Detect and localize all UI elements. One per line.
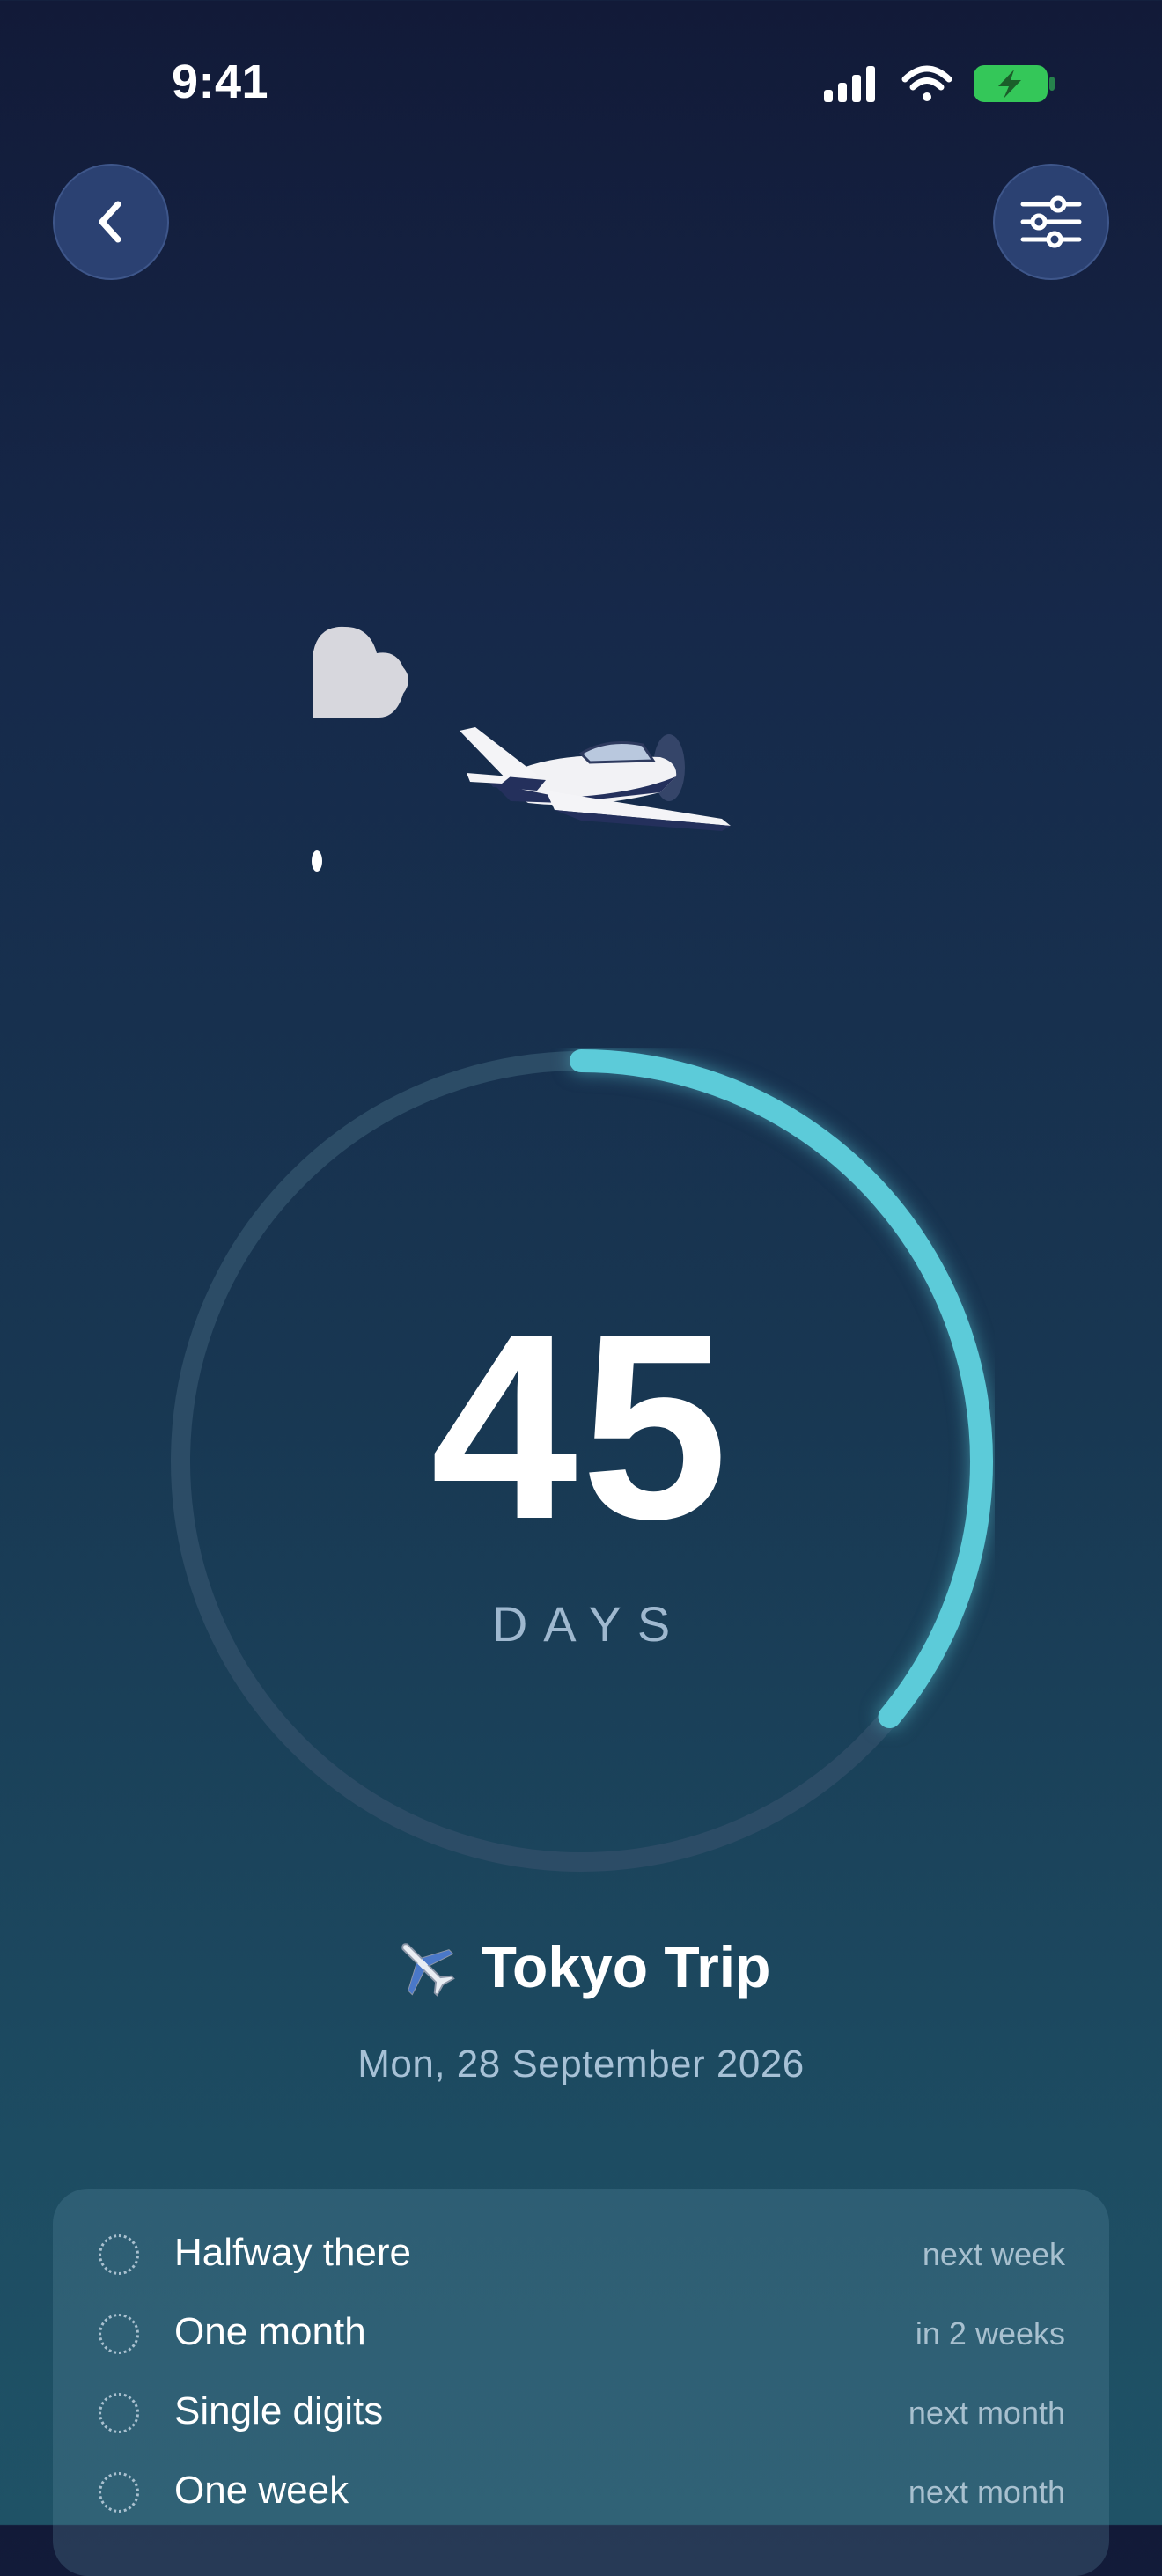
sliders-icon	[1020, 195, 1082, 248]
wifi-icon	[901, 65, 952, 101]
milestone-status-circle[interactable]	[99, 2314, 139, 2354]
airplane-icon	[460, 727, 731, 831]
milestone-label: One week	[174, 2469, 349, 2512]
countdown-value: 45	[430, 1278, 732, 1574]
milestone-status-circle[interactable]	[99, 2234, 139, 2275]
milestone-when: in 2 weeks	[915, 2315, 1065, 2352]
cloud-fragment	[312, 850, 322, 872]
milestone-label: One month	[174, 2310, 366, 2353]
milestone-when: next month	[908, 2395, 1065, 2431]
milestone-row[interactable]: Halfway there next week	[53, 2217, 1109, 2296]
milestone-label: Halfway there	[174, 2231, 412, 2274]
battery-charging-icon	[974, 65, 1055, 102]
milestone-status-circle[interactable]	[99, 2393, 139, 2433]
back-button[interactable]	[53, 164, 169, 280]
milestone-row[interactable]: One week next month	[53, 2455, 1109, 2534]
event-date: Mon, 28 September 2026	[357, 2042, 805, 2086]
milestone-label: Single digits	[174, 2389, 384, 2432]
settings-button[interactable]	[993, 164, 1109, 280]
airplane-illustration	[299, 616, 757, 898]
cloud-icon	[313, 626, 408, 718]
milestones-card: Halfway there next week One month in 2 w…	[53, 2189, 1109, 2576]
milestone-when: next month	[908, 2474, 1065, 2510]
chevron-left-icon	[99, 201, 121, 243]
milestone-row[interactable]: One month in 2 weeks	[53, 2296, 1109, 2375]
event-title: Tokyo Trip	[481, 1934, 771, 1999]
milestone-status-circle[interactable]	[99, 2472, 139, 2513]
milestone-when: next week	[922, 2236, 1065, 2272]
milestone-row[interactable]: Single digits next month	[53, 2375, 1109, 2455]
airplane-icon	[401, 1943, 455, 1997]
status-time: 9:41	[172, 55, 269, 108]
event-title-row: Tokyo Trip	[0, 1933, 1162, 2000]
cellular-signal-icon	[824, 66, 875, 102]
countdown-unit: DAYS	[491, 1596, 687, 1652]
status-icons	[819, 62, 1056, 106]
